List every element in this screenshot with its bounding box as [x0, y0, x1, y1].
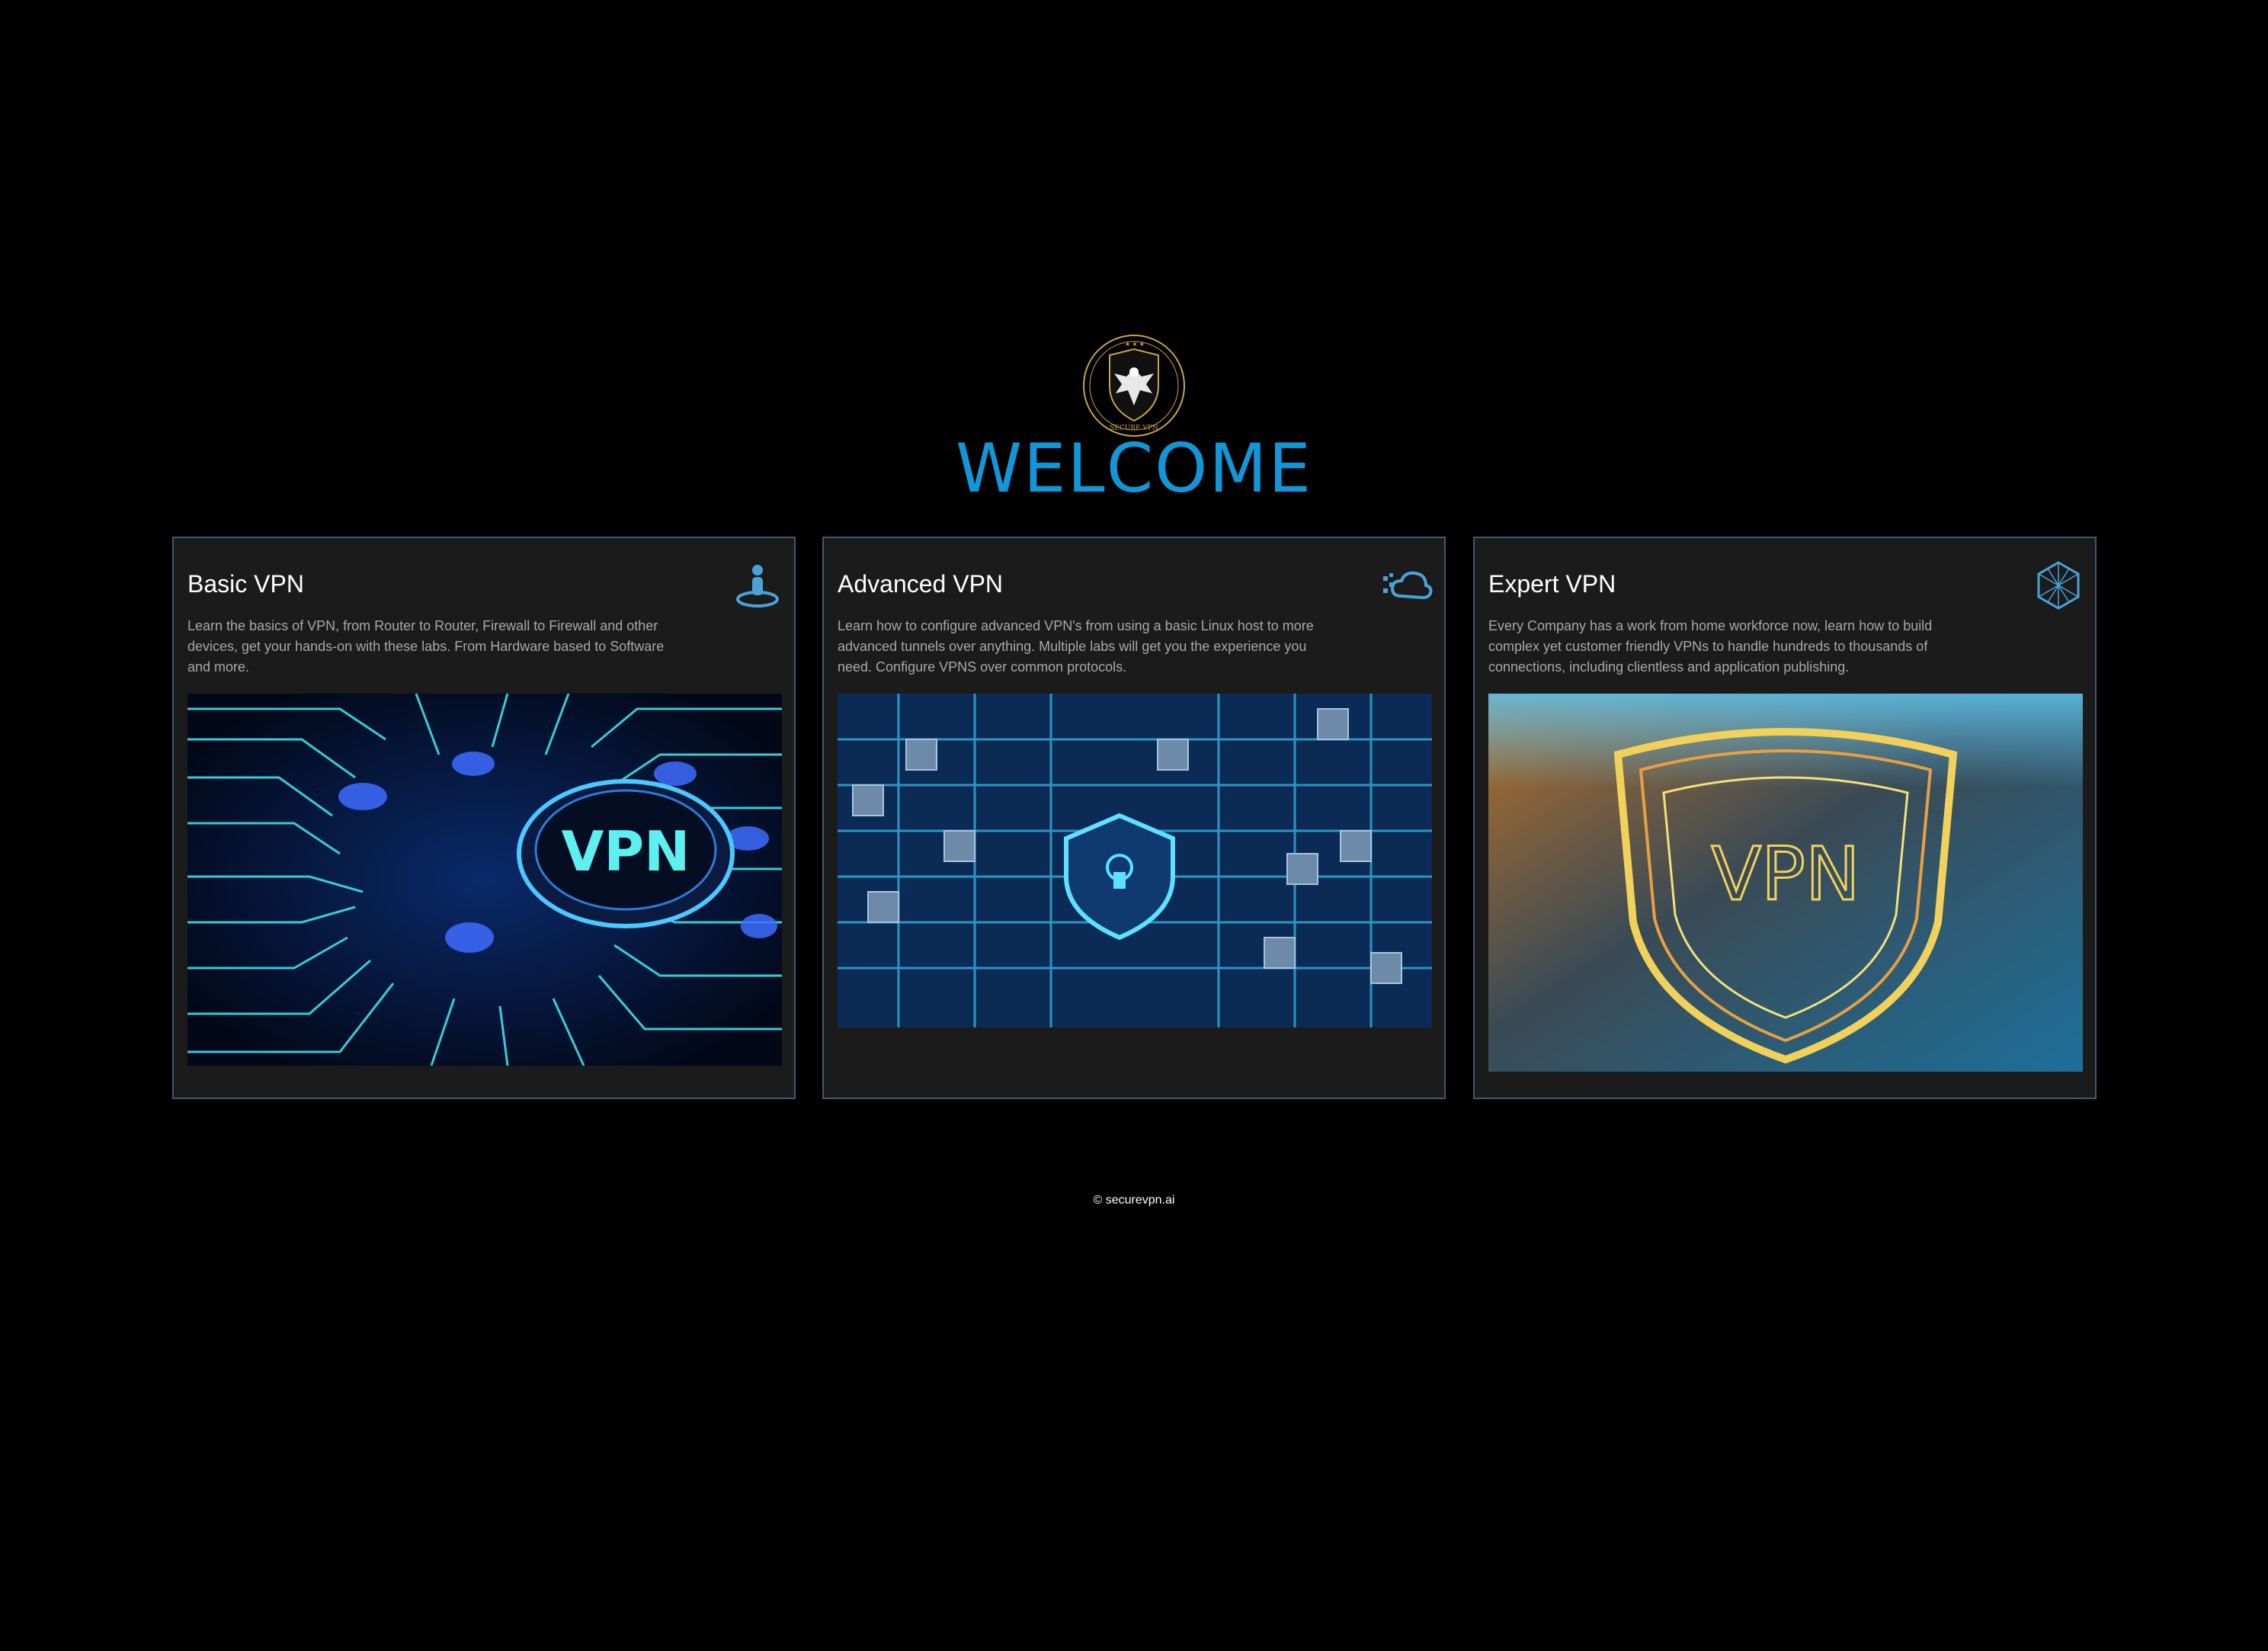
- card-image: [838, 694, 1432, 1027]
- card-title: Expert VPN: [1488, 570, 1616, 598]
- card-description: Every Company has a work from home workf…: [1488, 618, 1933, 675]
- card-image: VPN: [187, 694, 782, 1066]
- card-expert-vpn[interactable]: Expert VPN Every Company has a work from…: [1473, 537, 2097, 1099]
- image-label: VPN: [1711, 832, 1860, 917]
- user-pin-icon: [732, 559, 783, 611]
- cloud-icon: [1382, 559, 1434, 611]
- card-title: Basic VPN: [187, 570, 304, 598]
- card-description: Learn how to configure advanced VPN's fr…: [838, 618, 1314, 675]
- svg-text:★ ★ ★: ★ ★ ★: [1125, 341, 1145, 348]
- page-title: WELCOME: [956, 429, 1312, 508]
- card-title: Advanced VPN: [838, 570, 1004, 598]
- image-label: VPN: [562, 819, 690, 883]
- hexagon-network-icon: [2033, 559, 2084, 611]
- card-basic-vpn[interactable]: Basic VPN Learn the basics of VPN, from …: [172, 537, 796, 1099]
- footer-copyright: © securevpn.ai: [1093, 1194, 1175, 1207]
- card-description: Learn the basics of VPN, from Router to …: [187, 618, 665, 675]
- card-image: VPN: [1488, 694, 2083, 1072]
- card-advanced-vpn[interactable]: Advanced VPN Learn how to configure adva…: [822, 537, 1446, 1099]
- logo: ★ ★ ★ SECURE VPN: [1081, 332, 1187, 439]
